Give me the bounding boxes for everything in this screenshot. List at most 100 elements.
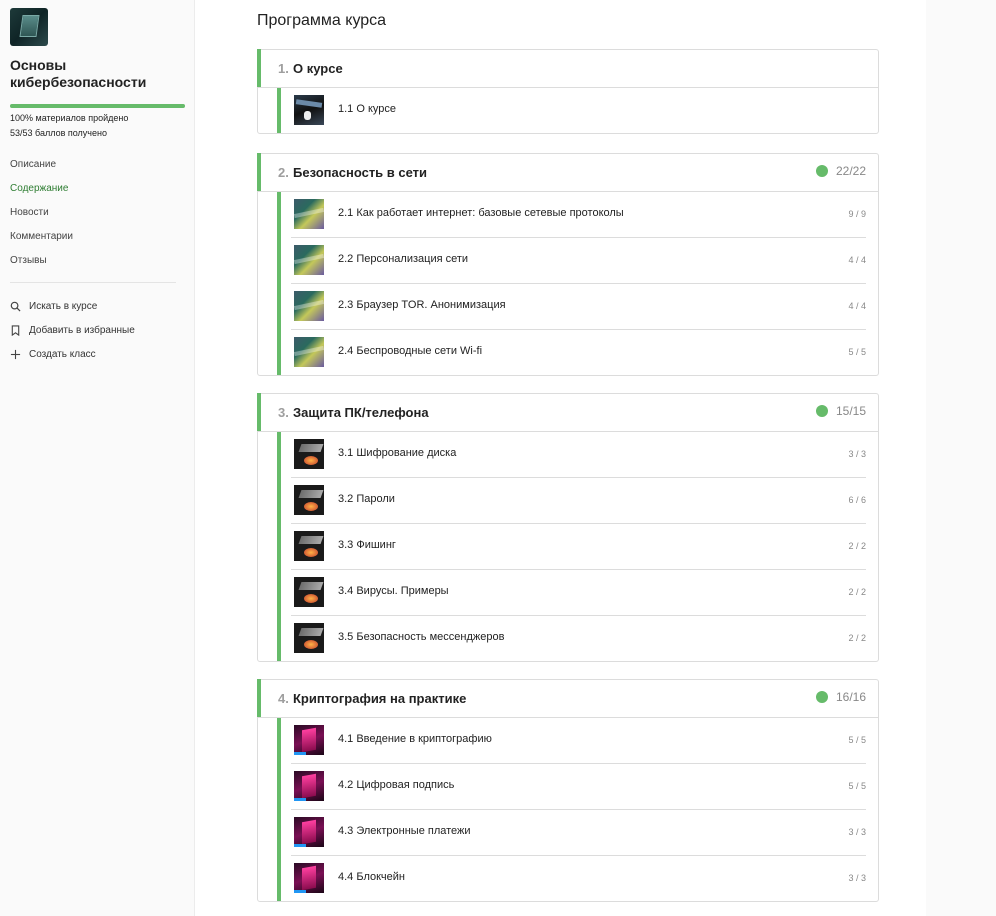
- course-nav: Описание Содержание Новости Комментарии …: [10, 159, 73, 279]
- section-title: О курсе: [293, 61, 343, 76]
- lesson-score: 3 / 3: [848, 873, 866, 883]
- lesson-list: 4.1 Введение в криптографию 5 / 5 4.2 Цифр…: [258, 718, 878, 901]
- section-3: 3. Защита ПК/телефона 15/15 3.1 Шифрование …: [257, 393, 879, 662]
- create-class-label: Создать класс: [29, 348, 96, 360]
- lesson-score: 3 / 3: [848, 449, 866, 459]
- search-in-course-label: Искать в курсе: [29, 300, 98, 312]
- lesson-title: 3.3 Фишинг: [338, 539, 396, 551]
- lesson-list: 3.1 Шифрование диска 3 / 3 3.2 Пароли 6 / 6…: [258, 432, 878, 661]
- lesson-score: 5 / 5: [848, 781, 866, 791]
- course-progress-bar: [10, 104, 185, 108]
- lesson-row[interactable]: 4.4 Блокчейн 3 / 3: [291, 856, 866, 901]
- lesson-row[interactable]: 3.1 Шифрование диска 3 / 3: [291, 432, 866, 478]
- section-header[interactable]: 2. Безопасность в сети 22/22: [258, 154, 878, 192]
- section-number: 1.: [278, 61, 289, 76]
- lesson-list: 2.1 Как работает интернет: базовые сетев…: [258, 192, 878, 375]
- lesson-title: 4.4 Блокчейн: [338, 871, 405, 883]
- section-1: 1. О курсе 1.1 О курсе: [257, 49, 879, 134]
- lesson-row[interactable]: 3.5 Безопасность мессенджеров 2 / 2: [291, 616, 866, 661]
- page-title: Программа курса: [257, 12, 387, 29]
- sidebar-divider: [10, 282, 176, 283]
- lesson-thumbnail: [294, 439, 324, 469]
- lesson-score: 5 / 5: [848, 735, 866, 745]
- lesson-thumbnail: [294, 531, 324, 561]
- lesson-row[interactable]: 4.1 Введение в криптографию 5 / 5: [291, 718, 866, 764]
- nav-news[interactable]: Новости: [10, 207, 73, 231]
- course-actions: Искать в курсе Добавить в избранные Созд…: [10, 294, 135, 366]
- section-title: Безопасность в сети: [293, 165, 428, 180]
- lesson-title: 1.1 О курсе: [338, 103, 397, 115]
- section-score-text: 22/22: [835, 164, 866, 178]
- lesson-score: 2 / 2: [848, 541, 866, 551]
- search-in-course-button[interactable]: Искать в курсе: [10, 294, 135, 318]
- lesson-score: 9 / 9: [848, 209, 866, 219]
- section-header[interactable]: 4. Криптография на практике 16/16: [258, 680, 878, 718]
- lesson-row[interactable]: 2.2 Персонализация сети 4 / 4: [291, 238, 866, 284]
- lesson-score: 4 / 4: [848, 255, 866, 265]
- lesson-score: 2 / 2: [848, 587, 866, 597]
- lesson-thumbnail: [294, 95, 324, 125]
- lesson-row[interactable]: 4.2 Цифровая подпись 5 / 5: [291, 764, 866, 810]
- nav-description[interactable]: Описание: [10, 159, 73, 183]
- completed-status-icon: [815, 165, 828, 177]
- lesson-title: 2.3 Браузер TOR. Анонимизация: [338, 299, 506, 311]
- create-class-button[interactable]: Создать класс: [10, 342, 135, 366]
- lesson-title: 4.2 Цифровая подпись: [338, 779, 455, 791]
- lesson-row[interactable]: 2.3 Браузер TOR. Анонимизация 4 / 4: [291, 284, 866, 330]
- lesson-list: 1.1 О курсе: [258, 88, 878, 133]
- lesson-thumbnail: [294, 725, 324, 755]
- add-to-favorites-button[interactable]: Добавить в избранные: [10, 318, 135, 342]
- lesson-thumbnail: [294, 291, 324, 321]
- section-title: Криптография на практике: [293, 691, 467, 706]
- completed-status-icon: [815, 691, 828, 703]
- course-title[interactable]: Основы кибербезопасности: [10, 57, 190, 91]
- section-score-text: 16/16: [835, 690, 866, 704]
- lesson-row[interactable]: 3.2 Пароли 6 / 6: [291, 478, 866, 524]
- section-header[interactable]: 3. Защита ПК/телефона 15/15: [258, 394, 878, 432]
- lesson-row[interactable]: 1.1 О курсе: [291, 88, 866, 133]
- section-2: 2. Безопасность в сети 22/22 2.1 Как работа…: [257, 153, 879, 376]
- search-icon: [10, 301, 21, 312]
- section-score: 15/15: [815, 404, 866, 418]
- lesson-thumbnail: [294, 245, 324, 275]
- lesson-thumbnail: [294, 577, 324, 607]
- section-score-text: 15/15: [835, 404, 866, 418]
- nav-contents[interactable]: Содержание: [10, 183, 73, 207]
- section-header[interactable]: 1. О курсе: [258, 50, 878, 88]
- right-background: [926, 0, 996, 916]
- course-cover-image[interactable]: [10, 8, 48, 46]
- lesson-row[interactable]: 3.4 Вирусы. Примеры 2 / 2: [291, 570, 866, 616]
- plus-icon: [10, 349, 21, 359]
- section-title: Защита ПК/телефона: [293, 405, 429, 420]
- lesson-title: 2.1 Как работает интернет: базовые сетев…: [338, 207, 624, 219]
- lesson-thumbnail: [294, 485, 324, 515]
- lesson-title: 4.3 Электронные платежи: [338, 825, 471, 837]
- completed-status-icon: [815, 405, 828, 417]
- lesson-score: 4 / 4: [848, 301, 866, 311]
- section-number: 4.: [278, 691, 289, 706]
- section-number: 2.: [278, 165, 289, 180]
- bookmark-icon: [11, 324, 20, 336]
- lesson-score: 5 / 5: [848, 347, 866, 357]
- section-4: 4. Криптография на практике 16/16 4.1 Введе…: [257, 679, 879, 902]
- lesson-score: 3 / 3: [848, 827, 866, 837]
- lesson-thumbnail: [294, 863, 324, 893]
- nav-comments[interactable]: Комментарии: [10, 231, 73, 255]
- lesson-row[interactable]: 2.1 Как работает интернет: базовые сетев…: [291, 192, 866, 238]
- lesson-thumbnail: [294, 337, 324, 367]
- lesson-title: 3.1 Шифрование диска: [338, 447, 457, 459]
- lesson-thumbnail: [294, 771, 324, 801]
- lesson-row[interactable]: 3.3 Фишинг 2 / 2: [291, 524, 866, 570]
- lesson-title: 3.2 Пароли: [338, 493, 395, 505]
- lesson-title: 2.2 Персонализация сети: [338, 253, 469, 265]
- progress-text: 100% материалов пройдено: [10, 113, 129, 123]
- lesson-row[interactable]: 2.4 Беспроводные сети Wi-fi 5 / 5: [291, 330, 866, 375]
- nav-reviews[interactable]: Отзывы: [10, 255, 73, 279]
- lesson-row[interactable]: 4.3 Электронные платежи 3 / 3: [291, 810, 866, 856]
- lesson-score: 6 / 6: [848, 495, 866, 505]
- lesson-title: 4.1 Введение в криптографию: [338, 733, 492, 745]
- lesson-thumbnail: [294, 817, 324, 847]
- lesson-score: 2 / 2: [848, 633, 866, 643]
- section-score: 16/16: [815, 690, 866, 704]
- sidebar: Основы кибербезопасности 100% материалов…: [0, 0, 195, 916]
